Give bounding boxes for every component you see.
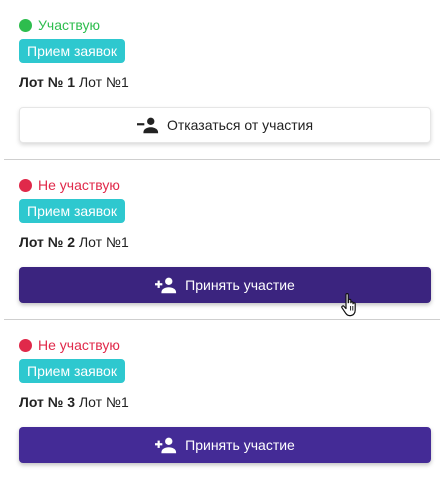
status-dot-red [19, 338, 32, 352]
hand-cursor-icon [341, 293, 356, 317]
lot-name: Лот №1 [78, 234, 129, 250]
status-text: Участвую [38, 17, 101, 33]
join-participation-button[interactable]: Принять участие [19, 267, 431, 303]
lot-number: Лот № 3 [19, 394, 76, 410]
stage-badge: Прием заявок [19, 199, 125, 223]
lot-name: Лот №1 [78, 74, 129, 90]
button-label: Отказаться от участия [166, 117, 314, 133]
button-label: Принять участие [185, 437, 295, 453]
lot-number: Лот № 1 [19, 74, 76, 90]
person-remove-icon [136, 117, 159, 134]
lot-title: Лот № 1 Лот №1 [19, 73, 129, 91]
stage-badge: Прием заявок [19, 39, 125, 63]
join-participation-button[interactable]: Принять участие [19, 427, 431, 463]
lot-title: Лот № 3 Лот №1 [19, 393, 129, 411]
lot-name: Лот №1 [78, 394, 129, 410]
button-label: Принять участие [185, 277, 295, 293]
lot-card-1: Участвую Прием заявок Лот № 1 Лот №1 Отк… [0, 0, 440, 160]
lot-card-3: Не участвую Прием заявок Лот № 3 Лот №1 … [0, 320, 440, 480]
decline-participation-button[interactable]: Отказаться от участия [19, 107, 431, 143]
lot-card-2: Не участвую Прием заявок Лот № 2 Лот №1 … [0, 160, 440, 320]
status-dot-green [19, 18, 32, 32]
status-text: Не участвую [38, 337, 120, 353]
lot-title: Лот № 2 Лот №1 [19, 233, 129, 251]
status-dot-red [19, 178, 32, 192]
participation-status: Не участвую [19, 176, 120, 194]
person-add-icon [155, 277, 177, 294]
person-add-icon [155, 437, 177, 454]
status-text: Не участвую [38, 177, 120, 193]
participation-status: Не участвую [19, 336, 120, 354]
stage-badge: Прием заявок [19, 359, 125, 383]
lot-number: Лот № 2 [19, 234, 76, 250]
participation-status: Участвую [19, 16, 100, 34]
